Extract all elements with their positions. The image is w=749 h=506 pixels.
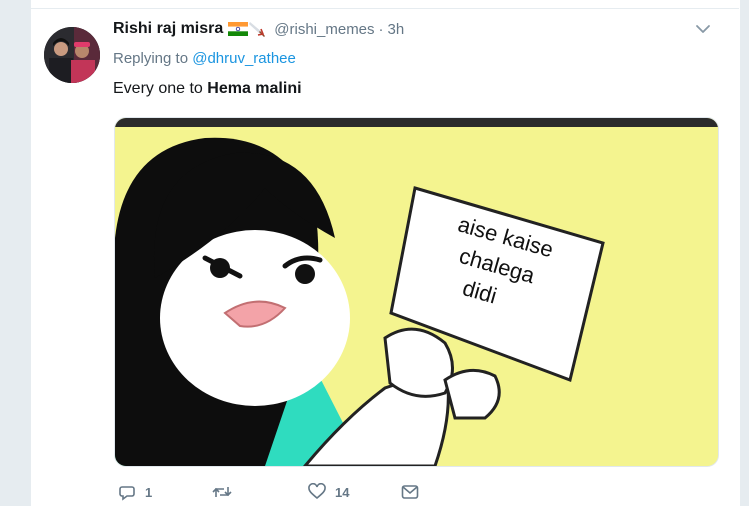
avatar-photo [44,27,100,83]
divider [30,8,739,9]
replying-prefix: Replying to [113,50,189,67]
like-count: 14 [335,484,350,500]
tweet-text-prefix: Every one to [113,80,203,97]
tweet-actions: 1 14 [118,482,438,504]
avatar[interactable] [44,27,100,83]
replying-to-link[interactable]: @dhruv_rathee [192,50,296,67]
heart-icon[interactable] [308,483,326,501]
separator-dot: · [378,20,384,38]
tweet-text: Every one to Hema malini [113,80,302,98]
like-action[interactable]: 14 [308,482,349,502]
display-name[interactable]: Rishi raj misra [113,20,223,38]
retweet-action[interactable] [212,482,241,502]
sword-icon [249,22,266,37]
message-icon[interactable] [401,484,419,500]
timestamp[interactable]: 3h [388,21,405,38]
reply-action[interactable]: 1 [118,482,152,502]
reply-icon[interactable] [118,483,136,501]
india-flag-icon [228,22,249,36]
dm-action[interactable] [401,482,419,502]
tweet-media[interactable]: aise kaise chalega didi [114,117,719,467]
tweet-text-bold: Hema malini [207,80,302,97]
name-emojis [228,20,268,38]
reply-count: 1 [145,484,153,500]
replying-to: Replying to @dhruv_rathee [113,50,296,67]
retweet-icon[interactable] [212,483,232,501]
meme-image: aise kaise chalega didi [115,118,718,466]
handle[interactable]: @rishi_memes [274,21,374,38]
tweet-header: Rishi raj misra @rishi_memes · 3h [113,19,404,39]
chevron-down-icon[interactable] [694,22,712,36]
